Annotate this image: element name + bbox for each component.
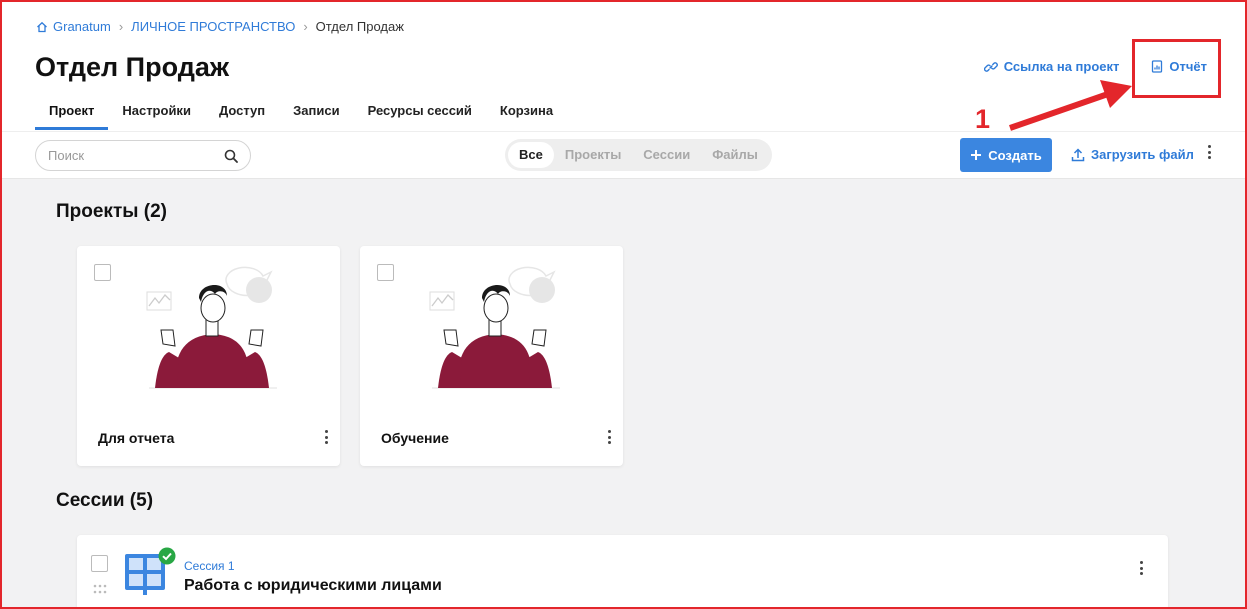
project-link-label: Ссылка на проект	[1003, 59, 1120, 74]
project-checkbox[interactable]	[94, 264, 111, 281]
person-illustration	[146, 266, 277, 389]
breadcrumb-space[interactable]: ЛИЧНОЕ ПРОСТРАНСТВО	[131, 19, 295, 34]
create-label: Создать	[988, 147, 1042, 163]
sessions-section-title: Сессии (5)	[56, 490, 154, 511]
search-box	[35, 140, 251, 171]
session-number: Сессия 1	[184, 559, 235, 573]
toolbar: Все Проекты Сессии Файлы Создать Загрузи…	[0, 131, 1247, 179]
report-highlight-box	[1132, 39, 1221, 98]
session-title[interactable]: Работа с юридическими лицами	[184, 577, 442, 595]
upload-label: Загрузить файл	[1091, 147, 1194, 162]
tab-session-resources[interactable]: Ресурсы сессий	[354, 96, 486, 130]
plus-icon	[971, 150, 982, 160]
upload-icon	[1071, 147, 1085, 161]
project-title[interactable]: Для отчета	[98, 430, 174, 446]
drag-handle-icon[interactable]	[93, 584, 107, 594]
chevron-right-icon: ›	[118, 19, 124, 34]
check-circle-icon	[158, 547, 176, 565]
session-row[interactable]: Сессия 1 Работа с юридическими лицами	[77, 535, 1168, 609]
person-illustration	[429, 266, 560, 389]
tab-trash[interactable]: Корзина	[486, 96, 567, 130]
page-title: Отдел Продаж	[35, 52, 230, 82]
home-icon	[37, 21, 47, 32]
filter-sessions[interactable]: Сессии	[632, 142, 701, 168]
project-card[interactable]: Для отчета	[77, 246, 340, 466]
breadcrumb-current: Отдел Продаж	[315, 19, 404, 34]
tab-project[interactable]: Проект	[35, 96, 109, 130]
breadcrumb-home[interactable]: Granatum	[36, 19, 111, 34]
content-area: Проекты (2) Для отчета Обучение Сессии (…	[0, 179, 1247, 609]
project-checkbox[interactable]	[377, 264, 394, 281]
chevron-right-icon: ›	[303, 19, 308, 34]
filter-all[interactable]: Все	[508, 142, 554, 168]
filter-segment: Все Проекты Сессии Файлы	[505, 139, 772, 171]
breadcrumb: Granatum › ЛИЧНОЕ ПРОСТРАНСТВО › Отдел П…	[36, 19, 404, 34]
more-options-icon[interactable]	[1140, 561, 1143, 575]
upload-file-button[interactable]: Загрузить файл	[1071, 147, 1194, 162]
project-title[interactable]: Обучение	[381, 430, 449, 446]
search-icon[interactable]	[224, 149, 238, 163]
filter-projects[interactable]: Проекты	[554, 142, 632, 168]
annotation-arrow	[1009, 80, 1132, 131]
link-icon	[983, 61, 998, 72]
breadcrumb-home-label: Granatum	[53, 19, 111, 34]
project-card[interactable]: Обучение	[360, 246, 623, 466]
more-options-icon[interactable]	[325, 430, 328, 444]
filter-files[interactable]: Файлы	[701, 142, 769, 168]
search-input[interactable]	[48, 148, 198, 163]
more-options-icon[interactable]	[608, 430, 611, 444]
tab-recordings[interactable]: Записи	[279, 96, 353, 130]
more-options-icon[interactable]	[1208, 145, 1211, 159]
create-button[interactable]: Создать	[960, 138, 1052, 172]
projects-section-title: Проекты (2)	[56, 201, 167, 222]
tabs: Проект Настройки Доступ Записи Ресурсы с…	[35, 96, 567, 130]
project-link-button[interactable]: Ссылка на проект	[983, 59, 1120, 74]
tab-access[interactable]: Доступ	[205, 96, 279, 130]
session-checkbox[interactable]	[91, 555, 108, 572]
tab-settings[interactable]: Настройки	[108, 96, 205, 130]
